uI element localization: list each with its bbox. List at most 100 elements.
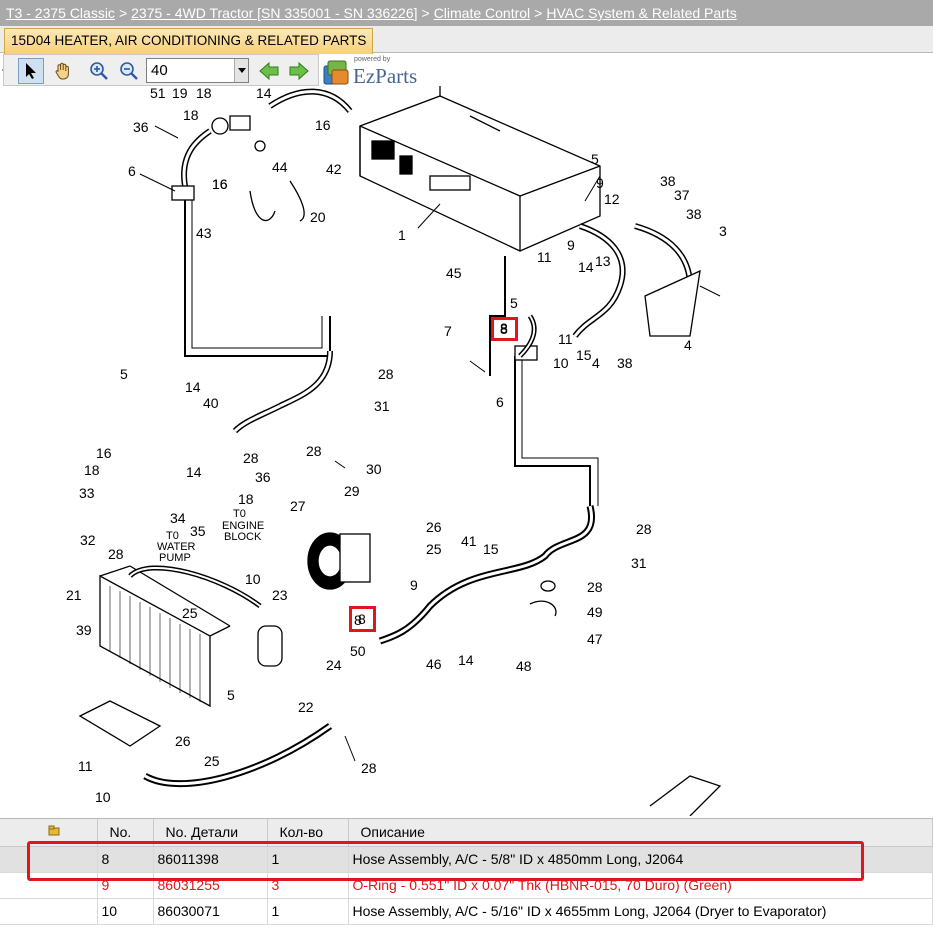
zoom-in-icon[interactable] (86, 58, 112, 84)
callout-label[interactable]: 32 (80, 533, 96, 547)
callout-label[interactable]: 10 (553, 356, 569, 370)
callout-label[interactable]: 6 (128, 164, 136, 178)
callout-label[interactable]: 40 (203, 396, 219, 410)
callout-label[interactable]: 9 (410, 578, 418, 592)
pan-hand-icon[interactable] (50, 58, 76, 84)
callout-label[interactable]: 3 (719, 224, 727, 238)
callout-label[interactable]: 28 (306, 444, 322, 458)
callout-label[interactable]: 38 (686, 207, 702, 221)
callout-label[interactable]: 14 (185, 380, 201, 394)
breadcrumb-hvac-system[interactable]: HVAC System & Related Parts (546, 5, 736, 21)
callout-label[interactable]: 29 (344, 484, 360, 498)
callout-label[interactable]: 11 (78, 759, 93, 773)
callout-label[interactable]: 51 (150, 86, 166, 100)
callout-label[interactable]: 16 (96, 446, 112, 460)
callout-label[interactable]: 4 (592, 356, 600, 370)
callout-label[interactable]: 10 (95, 790, 111, 804)
callout-label[interactable]: 37 (674, 188, 690, 202)
callout-label[interactable]: 25 (204, 754, 220, 768)
callout-label[interactable]: 5 (510, 296, 518, 310)
callout-label[interactable]: 12 (604, 192, 620, 206)
forward-arrow-icon[interactable] (286, 58, 312, 84)
callout-label[interactable]: 22 (298, 700, 314, 714)
callout-label[interactable]: 25 (426, 542, 442, 556)
callout-label[interactable]: 31 (374, 399, 390, 413)
callout-label[interactable]: 11 (558, 332, 573, 346)
breadcrumb-climate-control[interactable]: Climate Control (434, 5, 530, 21)
callout-label[interactable]: 14 (256, 86, 272, 100)
callout-label[interactable]: 25 (182, 606, 198, 620)
callout-label[interactable]: 5 (227, 688, 235, 702)
callout-label[interactable]: 7 (444, 324, 452, 338)
pointer-tool-icon[interactable] (18, 58, 44, 84)
callout-label[interactable]: 5 (591, 152, 599, 166)
callout-label[interactable]: 28 (243, 451, 259, 465)
callout-label[interactable]: 21 (66, 588, 82, 602)
callout-label[interactable]: 28 (108, 547, 124, 561)
callout-label[interactable]: 6 (496, 395, 504, 409)
callout-label[interactable]: 27 (290, 499, 306, 513)
callout-label[interactable]: 38 (617, 356, 633, 370)
callout-label[interactable]: 28 (587, 580, 603, 594)
callout-label[interactable]: 1 (398, 228, 406, 242)
callout-label[interactable]: 16 (315, 118, 331, 132)
callout-label[interactable]: 14 (458, 653, 474, 667)
callout-label[interactable]: 26 (426, 520, 442, 534)
callout-label[interactable]: 24 (326, 658, 342, 672)
callout-label[interactable]: 42 (326, 162, 342, 176)
highlight-callout-box[interactable]: 8 (491, 317, 518, 341)
callout-label[interactable]: 31 (631, 556, 647, 570)
highlight-callout-box[interactable]: 8 (349, 606, 376, 632)
callout-label[interactable]: 36 (255, 470, 271, 484)
callout-label[interactable]: 30 (366, 462, 382, 476)
callout-label[interactable]: 18 (183, 108, 199, 122)
breadcrumb-tractor[interactable]: 2375 - 4WD Tractor [SN 335001 - SN 33622… (131, 5, 417, 21)
parts-diagram[interactable]: 51 19 18 14 36 18 16 16 42 44 6 16 5 9 3… (0, 86, 933, 816)
callout-label[interactable]: 49 (587, 605, 603, 619)
callout-label[interactable]: 18 (196, 86, 212, 100)
callout-label[interactable]: 28 (361, 761, 377, 775)
callout-label[interactable]: 11 (537, 250, 552, 264)
callout-label[interactable]: 9 (596, 176, 604, 190)
callout-label[interactable]: 5 (120, 367, 128, 381)
callout-label[interactable]: 38 (660, 174, 676, 188)
callout-label[interactable]: 44 (272, 160, 288, 174)
callout-label[interactable]: 41 (461, 534, 477, 548)
callout-label[interactable]: 18 (238, 492, 254, 506)
zoom-out-icon[interactable] (116, 58, 142, 84)
callout-label[interactable]: 14 (578, 260, 594, 274)
callout-label[interactable]: 13 (595, 254, 611, 268)
callout-label[interactable]: 50 (350, 644, 366, 658)
callout-label[interactable]: 36 (133, 120, 149, 134)
breadcrumb-model[interactable]: T3 - 2375 Classic (6, 5, 115, 21)
chevron-down-icon[interactable] (234, 59, 248, 82)
callout-label[interactable]: 16 (212, 177, 228, 191)
callout-label[interactable]: 39 (76, 623, 92, 637)
callout-label[interactable]: 35 (190, 524, 206, 538)
callout-label[interactable]: 33 (79, 486, 95, 500)
callout-label[interactable]: 14 (186, 465, 202, 479)
callout-label[interactable]: 48 (516, 659, 532, 673)
callout-label[interactable]: 28 (378, 367, 394, 381)
callout-label[interactable]: 28 (636, 522, 652, 536)
callout-label[interactable]: 20 (310, 210, 326, 224)
callout-label[interactable]: 23 (272, 588, 288, 602)
callout-label[interactable]: 46 (426, 657, 442, 671)
callout-label[interactable]: 18 (84, 463, 100, 477)
callout-label[interactable]: 45 (446, 266, 462, 280)
callout-label[interactable]: 15 (483, 542, 499, 556)
callout-label[interactable]: 26 (175, 734, 191, 748)
table-row[interactable]: 10 86030071 1 Hose Assembly, A/C - 5/16"… (0, 898, 933, 925)
callout-label[interactable]: 10 (245, 572, 261, 586)
row-cart-cell[interactable] (0, 898, 98, 925)
tab-heater-air-conditioning[interactable]: 15D04 HEATER, AIR CONDITIONING & RELATED… (4, 28, 374, 54)
callout-label[interactable]: 9 (567, 238, 575, 252)
callout-label[interactable]: 34 (170, 511, 186, 525)
callout-label[interactable]: 15 (576, 348, 592, 362)
callout-label[interactable]: 19 (172, 86, 188, 100)
back-arrow-icon[interactable] (256, 58, 282, 84)
callout-label[interactable]: 4 (684, 338, 692, 352)
callout-label[interactable]: 47 (587, 632, 603, 646)
callout-label[interactable]: 43 (196, 226, 212, 240)
zoom-select[interactable]: 40 (146, 58, 249, 83)
